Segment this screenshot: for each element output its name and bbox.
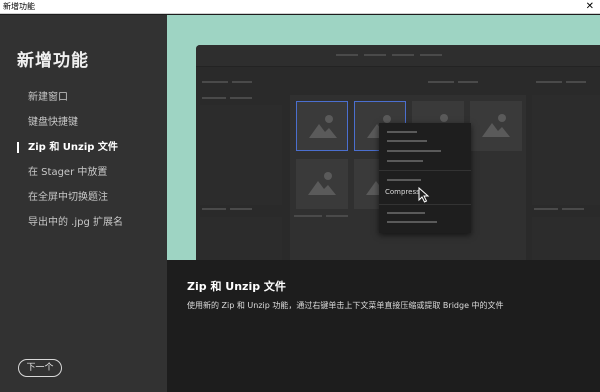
feature-description: Zip 和 Unzip 文件 使用新的 Zip 和 Unzip 功能，通过右键单… [167, 260, 600, 392]
image-thumbnail-icon [296, 159, 348, 209]
sidebar-heading: 新增功能 [17, 51, 89, 71]
nav-item-jpg-extension[interactable]: 导出中的 .jpg 扩展名 [0, 210, 167, 235]
nav-item-stager[interactable]: 在 Stager 中放置 [0, 160, 167, 185]
sidebar: 新增功能 新建窗口 键盘快捷键 Zip 和 Unzip 文件 在 Stager … [0, 15, 167, 392]
nav-item-fullscreen-captions[interactable]: 在全屏中切换题注 [0, 185, 167, 210]
next-button[interactable]: 下一个 [18, 359, 62, 377]
nav-item-zip-unzip[interactable]: Zip 和 Unzip 文件 [0, 135, 167, 160]
context-menu: Compress [379, 123, 471, 233]
window-title: 新增功能 [3, 2, 35, 11]
main-panel: Compress Zip 和 Unzip 文件 使用新的 Zip 和 Unzip… [167, 15, 600, 392]
image-thumbnail-icon [296, 101, 348, 151]
nav-item-new-window[interactable]: 新建窗口 [0, 85, 167, 110]
feature-text: 使用新的 Zip 和 Unzip 功能，通过右键单击上下文菜单直接压缩或提取 B… [187, 301, 504, 310]
feature-title: Zip 和 Unzip 文件 [187, 280, 286, 293]
feature-preview: Compress [167, 15, 600, 260]
title-bar: 新增功能 ✕ [0, 0, 600, 14]
feature-nav: 新建窗口 键盘快捷键 Zip 和 Unzip 文件 在 Stager 中放置 在… [0, 85, 167, 235]
menu-item-compress: Compress [385, 188, 420, 196]
mockup-toolbar [196, 45, 600, 67]
nav-item-keyboard-shortcuts[interactable]: 键盘快捷键 [0, 110, 167, 135]
whats-new-window: 新增功能 ✕ 新增功能 新建窗口 键盘快捷键 Zip 和 Unzip 文件 在 … [0, 0, 600, 392]
image-thumbnail-icon [470, 101, 522, 151]
bridge-mockup: Compress [196, 45, 600, 260]
close-icon[interactable]: ✕ [586, 0, 594, 13]
cursor-arrow-icon [418, 187, 430, 203]
